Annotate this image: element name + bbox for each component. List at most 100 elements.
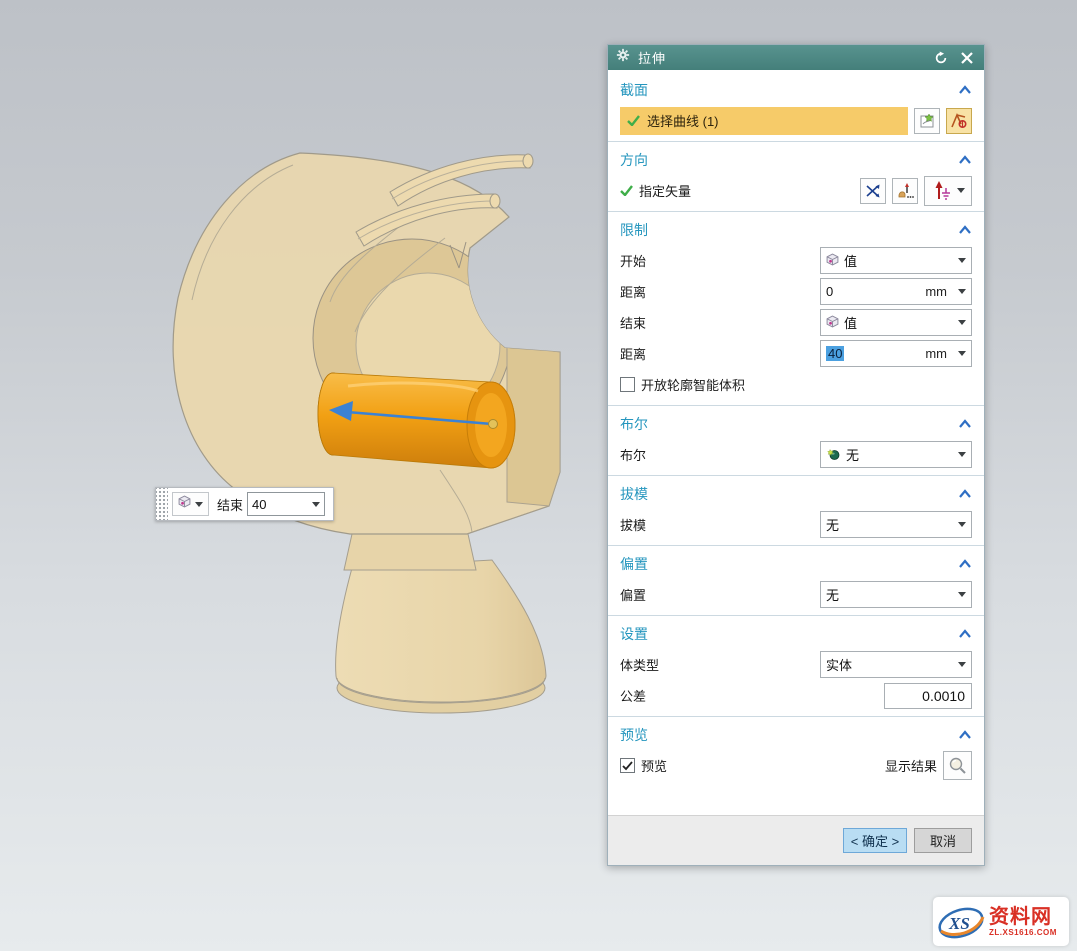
- preview-header-label: 预览: [620, 725, 958, 745]
- dropdown-caret-icon: [957, 188, 965, 193]
- chevron-up-icon[interactable]: [958, 629, 972, 639]
- dropdown-caret-icon: [958, 289, 966, 294]
- body-type-row: 体类型 实体: [608, 649, 984, 680]
- settings-header[interactable]: 设置: [608, 619, 984, 649]
- onscreen-input-toolbar[interactable]: 结束 40: [155, 487, 334, 521]
- body-type-dropdown[interactable]: 实体: [820, 651, 972, 678]
- direction-header[interactable]: 方向: [608, 145, 984, 175]
- offset-dropdown[interactable]: 无: [820, 581, 972, 608]
- specify-vector-label: 指定矢量: [639, 181, 854, 200]
- group-settings: 设置 体类型 实体 公差 0.0010: [608, 615, 984, 714]
- start-row: 开始 值: [608, 245, 984, 276]
- ok-button[interactable]: < 确定 >: [843, 828, 907, 853]
- boolean-value: 无: [846, 445, 953, 464]
- boolean-dropdown[interactable]: 无: [820, 441, 972, 468]
- end-type-dropdown[interactable]: 值: [820, 309, 972, 336]
- dialog-footer: < 确定 > 取消: [608, 815, 984, 865]
- open-profile-checkbox[interactable]: [620, 377, 635, 392]
- draft-header-label: 拔模: [620, 484, 958, 504]
- dropdown-caret-icon: [958, 522, 966, 527]
- tolerance-field[interactable]: 0.0010: [884, 683, 972, 709]
- start-distance-value[interactable]: 0: [826, 284, 920, 299]
- boolean-row: 布尔 无: [608, 439, 984, 470]
- select-curve-label: 选择曲线 (1): [647, 111, 719, 130]
- limit-mode-dropdown[interactable]: [172, 492, 209, 516]
- vector-dialog-button[interactable]: [892, 178, 918, 204]
- vector-origin-handle[interactable]: [489, 420, 498, 429]
- extrude-preview-cylinder[interactable]: [318, 373, 515, 468]
- preview-row: 预览 显示结果: [608, 750, 984, 781]
- end-distance-field[interactable]: 40 mm: [820, 340, 972, 367]
- group-limits: 限制 开始 值 距离 0 mm: [608, 211, 984, 403]
- preview-checkbox[interactable]: [620, 758, 635, 773]
- curve-rule-button[interactable]: [914, 108, 940, 134]
- cancel-button[interactable]: 取消: [914, 828, 972, 853]
- end-label: 结束: [217, 495, 243, 514]
- draft-header[interactable]: 拔模: [608, 479, 984, 509]
- model-hook-body[interactable]: [173, 153, 560, 534]
- dropdown-caret-icon: [195, 502, 203, 507]
- extrude-dialog: 拉伸 截面 选择曲线 (1): [607, 44, 985, 866]
- svg-text:XS: XS: [948, 914, 970, 933]
- chevron-up-icon[interactable]: [958, 419, 972, 429]
- dropdown-caret-icon: [958, 592, 966, 597]
- dialog-body: 截面 选择曲线 (1): [608, 70, 984, 865]
- section-header[interactable]: 截面: [608, 75, 984, 105]
- select-curve-field[interactable]: 选择曲线 (1): [620, 107, 908, 135]
- offset-header[interactable]: 偏置: [608, 549, 984, 579]
- start-distance-field[interactable]: 0 mm: [820, 278, 972, 305]
- draft-label: 拔模: [620, 515, 814, 534]
- draft-value: 无: [826, 515, 953, 534]
- open-profile-label: 开放轮廓智能体积: [641, 375, 972, 394]
- group-direction: 方向 指定矢量: [608, 141, 984, 209]
- watermark: XS 资料网 ZL.XS1616.COM: [933, 897, 1069, 946]
- end-distance-value[interactable]: 40: [252, 497, 312, 512]
- start-type-dropdown[interactable]: 值: [820, 247, 972, 274]
- end-distance-value-selected[interactable]: 40: [826, 346, 844, 361]
- show-result-button[interactable]: [943, 751, 972, 780]
- chevron-up-icon[interactable]: [958, 559, 972, 569]
- preview-header[interactable]: 预览: [608, 720, 984, 750]
- model-base[interactable]: [336, 534, 546, 713]
- reverse-direction-button[interactable]: [860, 178, 886, 204]
- chevron-up-icon[interactable]: [958, 489, 972, 499]
- direction-header-label: 方向: [620, 150, 958, 170]
- drag-grip-icon[interactable]: [156, 488, 168, 520]
- vector-type-dropdown[interactable]: [924, 176, 972, 206]
- specify-vector-row: 指定矢量: [608, 175, 984, 206]
- group-boolean: 布尔 布尔 无: [608, 405, 984, 473]
- offset-value: 无: [826, 585, 953, 604]
- chevron-up-icon[interactable]: [958, 85, 972, 95]
- boolean-header[interactable]: 布尔: [608, 409, 984, 439]
- sketch-section-button[interactable]: [946, 108, 972, 134]
- cad-viewport: 结束 40 拉伸 截面: [0, 0, 1077, 951]
- end-type-value: 值: [844, 313, 953, 332]
- end-distance-label: 距离: [620, 344, 814, 363]
- offset-label: 偏置: [620, 585, 814, 604]
- unit-label: mm: [925, 284, 947, 299]
- end-row: 结束 值: [608, 307, 984, 338]
- chevron-up-icon[interactable]: [958, 155, 972, 165]
- limits-header-label: 限制: [620, 220, 958, 240]
- tolerance-value[interactable]: 0.0010: [922, 688, 965, 704]
- watermark-logo-icon: XS: [935, 901, 987, 943]
- preview-label: 预览: [641, 756, 879, 775]
- end-distance-field[interactable]: 40: [247, 492, 325, 516]
- chevron-up-icon[interactable]: [958, 730, 972, 740]
- reset-icon[interactable]: [932, 49, 950, 67]
- body-type-label: 体类型: [620, 655, 814, 674]
- group-section: 截面 选择曲线 (1): [608, 74, 984, 139]
- close-icon[interactable]: [958, 49, 976, 67]
- dropdown-caret-icon: [958, 258, 966, 263]
- section-header-label: 截面: [620, 80, 958, 100]
- dropdown-caret-icon: [958, 662, 966, 667]
- chevron-up-icon[interactable]: [958, 225, 972, 235]
- start-type-value: 值: [844, 251, 953, 270]
- draft-dropdown[interactable]: 无: [820, 511, 972, 538]
- check-icon: [620, 185, 633, 196]
- offset-header-label: 偏置: [620, 554, 958, 574]
- limits-header[interactable]: 限制: [608, 215, 984, 245]
- start-distance-label: 距离: [620, 282, 814, 301]
- settings-header-label: 设置: [620, 624, 958, 644]
- dialog-titlebar[interactable]: 拉伸: [608, 45, 984, 70]
